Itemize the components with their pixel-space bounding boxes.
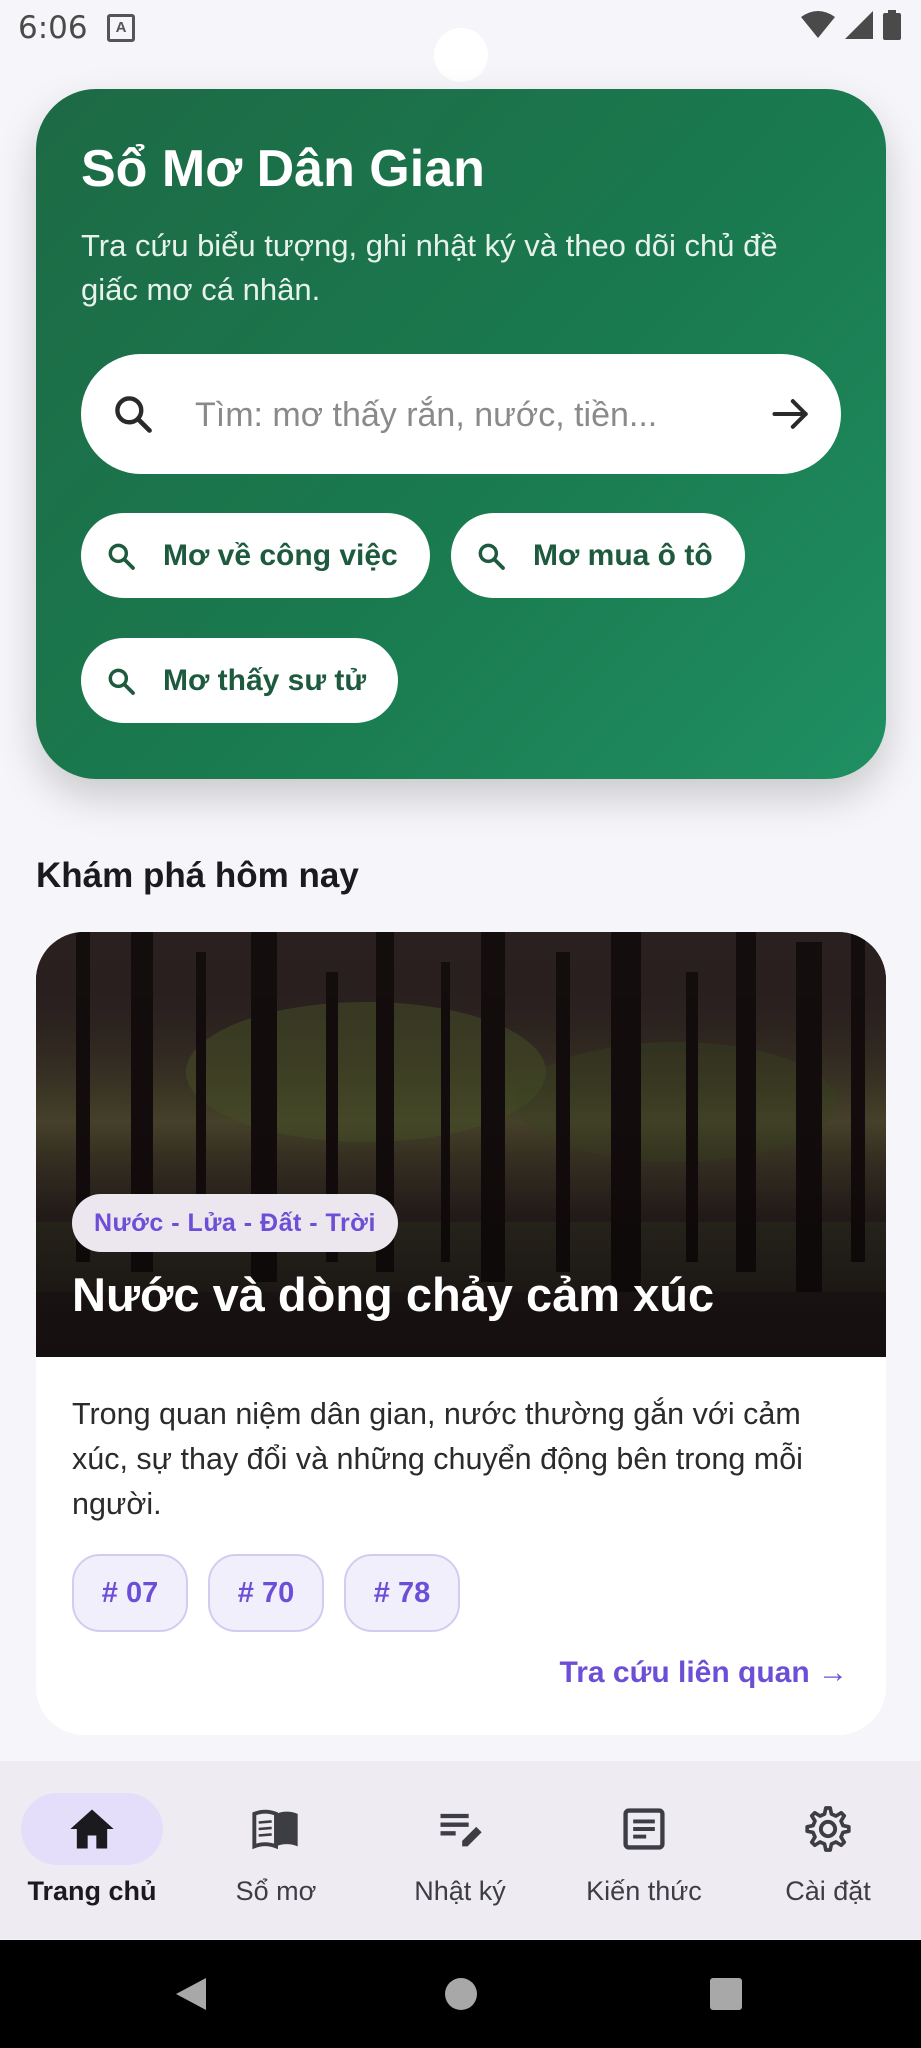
nav-label: Trang chủ (27, 1876, 157, 1906)
suggestion-chip-lion[interactable]: Mơ thấy sư tử (81, 638, 399, 723)
number-chip[interactable]: # 07 (72, 1554, 188, 1632)
search-icon (108, 668, 135, 695)
discover-card[interactable]: Nước - Lửa - Đất - Trời Nước và dòng chả… (36, 932, 886, 1735)
nav-item-dream-book[interactable]: Sổ mơ (184, 1761, 368, 1939)
camera-cutout (434, 28, 488, 82)
nav-item-journal[interactable]: Nhật ký (368, 1761, 552, 1939)
nav-item-settings[interactable]: Cài đặt (736, 1761, 920, 1939)
number-chip[interactable]: # 70 (208, 1554, 324, 1632)
recents-icon[interactable] (708, 1976, 744, 2012)
app-subtitle: Tra cứu biểu tượng, ghi nhật ký và theo … (81, 228, 778, 307)
back-icon[interactable] (172, 1976, 208, 2012)
nav-label: Kiến thức (586, 1876, 702, 1906)
status-time: 6:06 (18, 10, 88, 46)
notification-icon: A (107, 14, 135, 42)
journal-edit-icon (440, 1813, 482, 1847)
nav-label: Cài đặt (785, 1876, 871, 1906)
card-title: Nước và dòng chảy cảm xúc (72, 1268, 715, 1321)
nav-item-knowledge[interactable]: Kiến thức (552, 1761, 736, 1939)
search-icon (478, 543, 505, 570)
wifi-icon (801, 11, 835, 38)
suggestion-chip-work[interactable]: Mơ về công việc (81, 513, 430, 598)
search-icon (108, 543, 135, 570)
hero-card: Sổ Mơ Dân Gian Tra cứu biểu tượng, ghi n… (36, 89, 886, 779)
nav-label: Nhật ký (414, 1876, 506, 1906)
forest-image: Nước - Lửa - Đất - Trời Nước và dòng chả… (36, 932, 886, 1357)
app-title: Sổ Mơ Dân Gian (81, 140, 485, 198)
search-icon (115, 396, 152, 433)
battery-icon (883, 10, 901, 40)
search-input[interactable] (193, 384, 717, 446)
arrow-right-icon[interactable] (769, 392, 813, 436)
number-chip[interactable]: # 78 (344, 1554, 460, 1632)
suggestion-label: Mơ về công việc (163, 538, 398, 572)
book-icon (252, 1809, 298, 1850)
search-bar[interactable] (81, 354, 841, 474)
suggestion-label: Mơ thấy sư tử (163, 663, 367, 697)
bottom-navigation: Trang chủ Sổ mơ Nhật ký Kiến thức Cài đặ… (0, 1761, 921, 1939)
nav-label: Sổ mơ (235, 1876, 317, 1906)
related-lookup-link[interactable]: Tra cứu liên quan → (560, 1656, 848, 1690)
signal-icon (845, 11, 873, 39)
category-tag: Nước - Lửa - Đất - Trời (72, 1194, 398, 1252)
card-description: Trong quan niệm dân gian, nước thường gắ… (72, 1397, 803, 1521)
nav-item-home[interactable]: Trang chủ (0, 1761, 184, 1939)
section-heading: Khám phá hôm nay (36, 856, 359, 895)
suggestion-label: Mơ mua ô tô (533, 538, 713, 572)
suggestion-chip-car[interactable]: Mơ mua ô tô (451, 513, 745, 598)
system-navigation-bar (0, 1940, 921, 2048)
article-icon (623, 1808, 665, 1850)
gear-icon (805, 1806, 851, 1852)
status-icons (801, 10, 901, 40)
home-icon (70, 1809, 114, 1849)
home-circle-icon[interactable] (443, 1976, 479, 2012)
